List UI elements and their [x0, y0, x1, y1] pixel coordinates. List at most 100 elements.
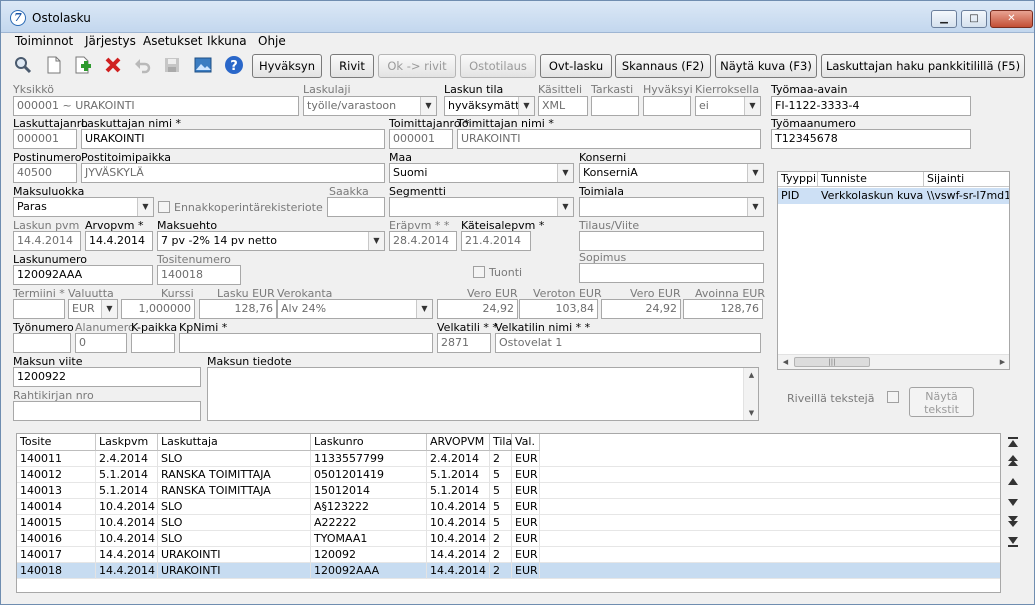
kpnimi-field[interactable]	[179, 333, 433, 353]
laskuttajanro-field[interactable]: 000001	[13, 129, 77, 149]
sopimus-field[interactable]	[579, 263, 764, 283]
menu-asetukset[interactable]: Asetukset	[143, 34, 202, 48]
laskun-pvm-field[interactable]: 14.4.2014	[13, 231, 81, 251]
hyvaksyn-button[interactable]: Hyväksyn	[252, 54, 322, 78]
delete-icon[interactable]	[102, 54, 124, 76]
attachments-list[interactable]: Tyyppi Tunniste Sijainti PID Verkkolasku…	[777, 171, 1010, 370]
laskulaji-select[interactable]: työlle/varastoon ▼	[303, 96, 437, 116]
invoice-table[interactable]: Tosite Laskpvm Laskuttaja Laskunro ARVOP…	[16, 433, 1001, 593]
table-row[interactable]: 140012 5.1.2014 RANSKA TOIMITTAJA 050120141…	[17, 467, 1000, 483]
scroll-right-icon[interactable]: ▶	[995, 355, 1009, 369]
rahtikirjan-nro-field[interactable]	[13, 401, 201, 421]
maksuluokka-select[interactable]: Paras ▼	[13, 197, 154, 217]
postinumero-field[interactable]: 40500	[13, 163, 77, 183]
table-row[interactable]: 140013 5.1.2014 RANSKA TOIMITTAJA 15012014 5…	[17, 483, 1000, 499]
column-header-laskpvm[interactable]: Laskpvm	[96, 434, 158, 451]
velkatili-field[interactable]: 2871	[437, 333, 491, 353]
last-record-icon[interactable]	[1004, 536, 1021, 551]
laskuttajan-nimi-field[interactable]: URAKOINTI	[81, 129, 385, 149]
menu-ohje[interactable]: Ohje	[258, 34, 286, 48]
tuonti-checkbox[interactable]	[473, 266, 485, 278]
kasitteli-field[interactable]: XML	[538, 96, 588, 116]
menu-jarjestys[interactable]: Järjestys	[85, 34, 136, 48]
next-record-icon[interactable]	[1004, 498, 1021, 513]
konserni-select[interactable]: KonserniA ▼	[579, 163, 764, 183]
attachments-header-tyyppi[interactable]: Tyyppi	[778, 172, 818, 187]
ostotilaus-button[interactable]: Ostotilaus	[460, 54, 536, 78]
column-header-val[interactable]: Val.	[512, 434, 540, 451]
toimiala-select[interactable]: ▼	[579, 197, 764, 217]
attachments-header-tunniste[interactable]: Tunniste	[818, 172, 924, 187]
column-header-laskunro[interactable]: Laskunro	[311, 434, 427, 451]
skannaus-button[interactable]: Skannaus (F2)	[615, 54, 711, 78]
menu-toiminnot[interactable]: Toiminnot	[15, 34, 73, 48]
scroll-down-icon[interactable]: ▼	[744, 406, 759, 420]
table-row[interactable]: 140014 10.4.2014 SLO A§123222 10.4.2014 5 EUR	[17, 499, 1000, 515]
velkatilin-nimi-field[interactable]: Ostovelat 1	[495, 333, 761, 353]
nayta-tekstit-button[interactable]: Näytä tekstit	[909, 387, 974, 417]
maksun-tiedote-scrollbar[interactable]: ▲ ▼	[743, 368, 758, 420]
nayta-kuva-button[interactable]: Näytä kuva (F3)	[715, 54, 817, 78]
k-paikka-field[interactable]	[131, 333, 175, 353]
ok-rivit-button[interactable]: Ok -> rivit	[378, 54, 456, 78]
table-row[interactable]: 140015 10.4.2014 SLO A22222 10.4.2014 5 EUR	[17, 515, 1000, 531]
segmentti-select[interactable]: ▼	[389, 197, 574, 217]
scroll-thumb[interactable]: |||	[794, 357, 870, 367]
table-row[interactable]: 140018 14.4.2014 URAKOINTI 120092AAA 14.4.20…	[17, 563, 1000, 579]
scroll-left-icon[interactable]: ◀	[778, 355, 793, 369]
attachment-row[interactable]: PID Verkkolaskun kuva \\vswf-sr-l7md1\	[778, 188, 1009, 204]
menu-ikkuna[interactable]: Ikkuna	[207, 34, 247, 48]
vero-eur-field-2[interactable]: 24,92	[601, 299, 681, 319]
close-button[interactable]: ✕	[990, 10, 1033, 28]
saakka-field[interactable]	[327, 197, 385, 217]
attachments-header-sijainti[interactable]: Sijainti	[924, 172, 1009, 187]
lasku-eur-field[interactable]: 128,76	[199, 299, 277, 319]
tositenumero-field[interactable]: 140018	[157, 265, 241, 285]
maa-select[interactable]: Suomi ▼	[389, 163, 574, 183]
scroll-up-icon[interactable]: ▲	[744, 368, 759, 382]
first-record-icon[interactable]	[1004, 436, 1021, 451]
erapvm-field[interactable]: 28.4.2014	[389, 231, 457, 251]
table-row[interactable]: 140016 10.4.2014 SLO TYOMAA1 10.4.2014 2 EUR	[17, 531, 1000, 547]
table-row[interactable]: 140011 2.4.2014 SLO 1133557799 2.4.2014 2 EUR	[17, 451, 1000, 467]
ovt-lasku-button[interactable]: Ovt-lasku	[540, 54, 612, 78]
maksuehto-select[interactable]: 7 pv -2% 14 pv netto ▼	[157, 231, 385, 251]
table-row[interactable]: 140017 14.4.2014 URAKOINTI 120092 14.4.2014 2…	[17, 547, 1000, 563]
kateisalepvm-field[interactable]: 21.4.2014	[461, 231, 531, 251]
avoinna-eur-field[interactable]: 128,76	[683, 299, 763, 319]
page-down-icon[interactable]	[1004, 516, 1021, 531]
help-icon[interactable]: ?	[223, 54, 245, 76]
tyomaanumero-field[interactable]: T12345678	[771, 129, 971, 149]
kurssi-field[interactable]: 1,000000	[121, 299, 195, 319]
arvopvm-field[interactable]: 14.4.2014	[85, 231, 153, 251]
tyomaa-avain-field[interactable]: FI-1122-3333-4	[771, 96, 971, 116]
new-document-icon[interactable]	[43, 54, 65, 76]
toimittajanro-field[interactable]: 000001	[389, 129, 453, 149]
laskun-tila-select[interactable]: hyväksymättä ▼	[444, 96, 535, 116]
tyonumero-field[interactable]	[13, 333, 71, 353]
laskuttajan-haku-button[interactable]: Laskuttajan haku pankkitilillä (F5)	[821, 54, 1025, 78]
postitoimipaikka-field[interactable]: JYVÄSKYLÄ	[81, 163, 385, 183]
maksun-viite-field[interactable]: 1200922	[13, 367, 201, 387]
valuutta-select[interactable]: EUR ▼	[68, 299, 118, 319]
riveilla-tekstia-checkbox[interactable]	[887, 391, 899, 403]
column-header-arvopvm[interactable]: ARVOPVM	[427, 434, 490, 451]
column-header-tila[interactable]: Tila	[490, 434, 512, 451]
column-header-laskuttaja[interactable]: Laskuttaja	[158, 434, 311, 451]
attachments-hscrollbar[interactable]: ◀ ||| ▶	[778, 354, 1009, 369]
toimittajan-nimi-field[interactable]: URAKOINTI	[457, 129, 761, 149]
termiini-field[interactable]	[13, 299, 65, 319]
column-header-tosite[interactable]: Tosite	[17, 434, 96, 451]
maximize-button[interactable]: □	[961, 10, 987, 28]
verokanta-select[interactable]: Alv 24% ▼	[277, 299, 433, 319]
laskunumero-field[interactable]: 120092AAA	[13, 265, 153, 285]
previous-record-icon[interactable]	[1004, 476, 1021, 491]
hyvaksyi-field[interactable]	[643, 96, 691, 116]
image-icon[interactable]	[192, 54, 214, 76]
tilaus-viite-field[interactable]	[579, 231, 764, 251]
kierroksella-select[interactable]: ei ▼	[695, 96, 761, 116]
maksun-tiedote-textarea[interactable]: ▲ ▼	[207, 367, 759, 421]
minimize-button[interactable]: ▁	[931, 10, 957, 28]
veroton-eur-field[interactable]: 103,84	[519, 299, 598, 319]
add-icon[interactable]	[72, 54, 94, 76]
